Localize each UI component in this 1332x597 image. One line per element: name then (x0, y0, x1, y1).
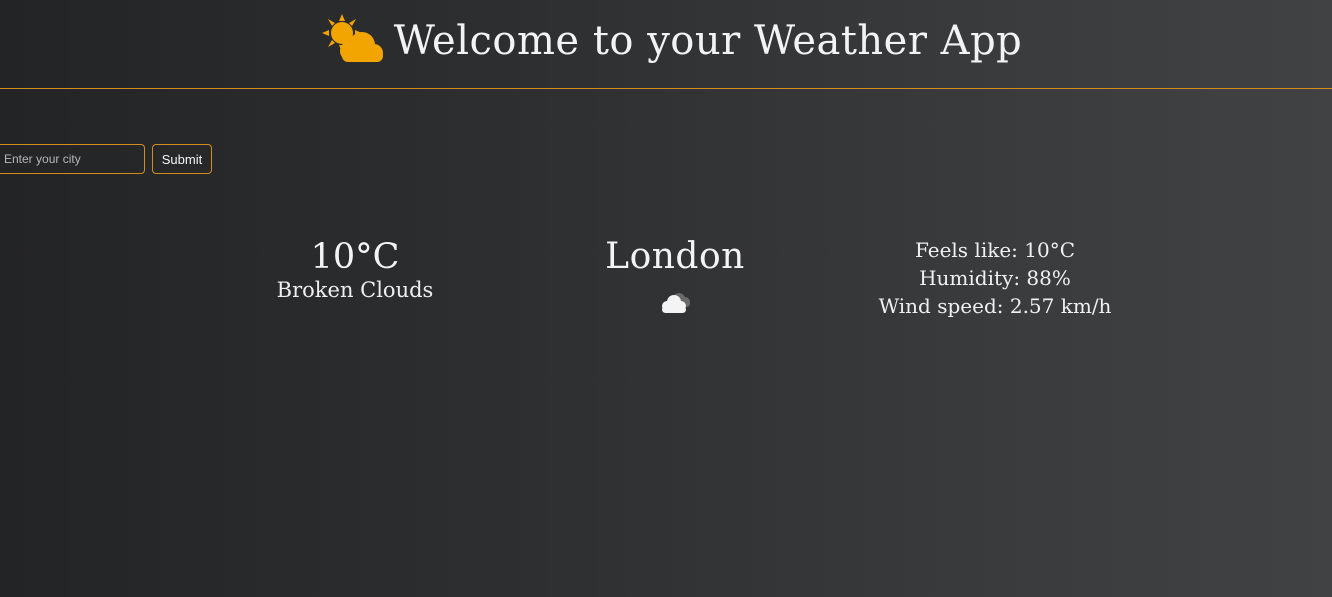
submit-button[interactable]: Submit (152, 144, 212, 174)
city-input[interactable] (0, 144, 145, 174)
city-search-form: Submit (0, 144, 212, 174)
city-block: London (515, 236, 835, 320)
weather-panel: 10°C Broken Clouds London Feels like: 10… (195, 236, 1155, 320)
humidity-text: Humidity: 88% (919, 266, 1071, 290)
app-header: Welcome to your Weather App (0, 0, 1332, 89)
weather-details: Feels like: 10°C Humidity: 88% Wind spee… (835, 236, 1155, 320)
wind-speed-text: Wind speed: 2.57 km/h (878, 294, 1112, 318)
temperature-value: 10°C (310, 237, 400, 277)
sun-behind-cloud-icon (321, 14, 383, 62)
broken-clouds-icon (662, 293, 690, 313)
feels-like-text: Feels like: 10°C (914, 238, 1076, 262)
header-content: Welcome to your Weather App (0, 0, 1332, 88)
page-title: Welcome to your Weather App (393, 18, 1023, 64)
temperature-block: 10°C Broken Clouds (195, 236, 515, 320)
weather-description: Broken Clouds (276, 278, 434, 302)
city-name: London (605, 236, 745, 277)
